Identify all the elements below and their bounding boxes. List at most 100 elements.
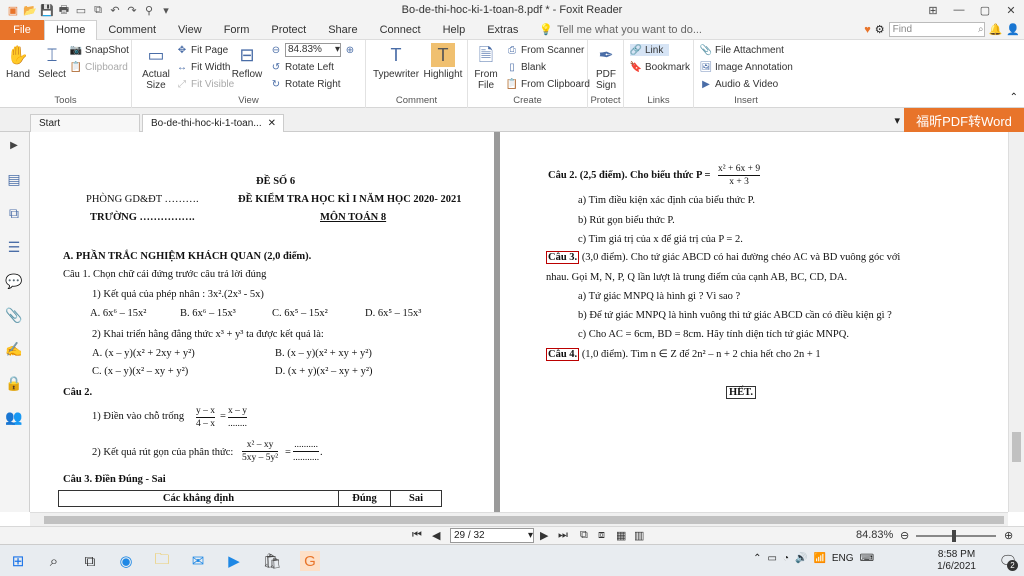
minimize-button[interactable]: — [946,0,972,20]
user-icon[interactable]: 👤 [1006,23,1020,36]
from-scanner-button[interactable]: ⎙ From Scanner [506,44,584,56]
tab-protect[interactable]: Protect [260,20,317,40]
redo-icon[interactable]: ↷ [125,3,139,17]
account-icon[interactable]: ⚙ [875,23,885,36]
zoom-select[interactable]: 84.83% ▾ [285,43,341,57]
volume-icon[interactable]: 🔊 [795,553,807,564]
customize-icon[interactable]: ▾ [159,3,173,17]
lock-icon[interactable]: 🔒 [5,374,23,392]
snapshot-button[interactable]: 📷 SnapShot [70,44,129,56]
horizontal-scrollbar[interactable] [30,512,1008,526]
select-button[interactable]: ⌶ Select [36,43,68,81]
first-page-icon[interactable]: ⏮ [412,529,422,542]
copy-icon[interactable]: ⧉ [91,3,105,17]
promo-banner[interactable]: 福昕PDF转Word [904,108,1024,132]
stack-icon[interactable]: ☰ [5,238,23,256]
expand-arrow-icon[interactable]: ▶ [5,136,23,154]
close-button[interactable]: ✕ [998,0,1024,20]
rotate-left-button[interactable]: ↺ Rotate Left [270,61,334,73]
typewriter-button[interactable]: T Typewriter [372,43,420,81]
file-explorer-icon[interactable]: 🗀 [152,551,172,571]
next-page-icon[interactable]: ▶ [540,529,548,542]
search-icon[interactable]: ⌕ [978,24,984,35]
blank-button[interactable]: ▯ Blank [506,61,546,73]
new-icon[interactable]: ▭ [74,3,88,17]
zoom-slider-thumb[interactable] [952,530,956,542]
rotate-right-button[interactable]: ↻ Rotate Right [270,78,341,90]
open-icon[interactable]: 📂 [23,3,37,17]
heart-icon[interactable]: ♥ [864,24,871,36]
comments-icon[interactable]: 💬 [5,272,23,290]
pages-icon[interactable]: ▤ [5,170,23,188]
bell-icon[interactable]: 🔔 [989,23,1003,36]
zoom-control[interactable]: ⊖ 84.83% ▾ ⊕ [270,43,356,57]
zoom-out-icon[interactable]: ⊖ [900,529,909,542]
audio-video-button[interactable]: ▶ Audio & Video [700,78,778,90]
clock[interactable]: 8:58 PM 1/6/2021 [937,549,976,573]
tab-connect[interactable]: Connect [369,20,432,40]
task-view-icon[interactable]: ⧉ [80,551,100,571]
attachments-icon[interactable]: 📎 [5,306,23,324]
horizontal-scroll-thumb[interactable] [44,516,1004,524]
from-file-button[interactable]: 🗎 From File [472,43,500,92]
zoom-in-icon[interactable]: ⊕ [344,44,356,56]
find-input[interactable]: Find ⌕ [888,22,985,37]
people-icon[interactable]: 👥 [5,408,23,426]
tab-home[interactable]: Home [44,19,98,40]
print-icon[interactable]: 🖶 [57,3,71,17]
tab-extras[interactable]: Extras [476,20,529,40]
close-icon[interactable]: ✕ [268,118,276,129]
fit-page-button[interactable]: ✥ Fit Page [176,44,228,56]
tell-me[interactable]: 💡 Tell me what you want to do... [539,23,702,37]
image-annotation-button[interactable]: 🖼 Image Annotation [700,61,793,73]
fit-visible-button[interactable]: ⤢ Fit Visible [176,78,234,90]
tab-form[interactable]: Form [213,20,261,40]
hand-button[interactable]: ✋ Hand [4,43,32,81]
store-icon[interactable]: 🛍 [262,551,282,571]
collapse-ribbon-icon[interactable]: ⌃ [1010,92,1018,103]
search-icon[interactable]: ⌕ [44,551,64,571]
highlight-button[interactable]: T Highlight [422,43,464,80]
zoom-in-icon[interactable]: ⊕ [1004,529,1013,542]
wifi-icon[interactable]: 📶 [813,553,825,564]
chevron-up-icon[interactable]: ⌃ [753,553,761,564]
previous-page-icon[interactable]: ◀ [432,529,440,542]
battery-icon[interactable]: ▭ [767,553,776,564]
tab-document[interactable]: Bo-de-thi-hoc-ki-1-toan... ✕ [142,114,284,132]
file-menu[interactable]: File [0,19,44,40]
tab-start[interactable]: Start [30,114,140,132]
spread-view-icon[interactable]: ▥ [634,529,644,542]
actual-size-button[interactable]: ▭ Actual Size [140,43,172,92]
reflow-button[interactable]: ⊟ Reflow [230,43,264,81]
windows-start-icon[interactable]: ⊞ [8,551,28,571]
mail-icon[interactable]: ✉ [188,551,208,571]
pdf-sign-button[interactable]: ✒ PDF Sign [592,43,620,92]
tab-share[interactable]: Share [317,20,368,40]
save-icon[interactable]: 💾 [40,3,54,17]
undo-icon[interactable]: ↶ [108,3,122,17]
network-icon[interactable]: ◔ [783,553,789,564]
tab-comment[interactable]: Comment [97,20,167,40]
link-button[interactable]: 🔗 Link [630,44,670,56]
page-number-input[interactable]: 29 / 32 ▾ [450,528,534,543]
bookmark-button[interactable]: 🔖 Bookmark [630,61,690,73]
tab-view[interactable]: View [167,20,213,40]
vertical-scrollbar[interactable] [1008,132,1024,512]
layout-icon[interactable]: ⊞ [920,0,946,20]
view-mode-icon[interactable]: ⧉ [580,529,588,542]
layers-icon[interactable]: ⧉ [5,204,23,222]
edge-icon[interactable]: ◉ [116,551,136,571]
zoom-level[interactable]: 84.83% [856,529,893,541]
media-player-icon[interactable]: ▶ [224,551,244,571]
zoom-out-icon[interactable]: ⊖ [270,44,282,56]
last-page-icon[interactable]: ⏭ [558,529,568,542]
from-clipboard-button[interactable]: 📋 From Clipboard [506,78,590,90]
maximize-button[interactable]: ▢ [972,0,998,20]
file-attachment-button[interactable]: 📎 File Attachment [700,44,784,56]
signature-icon[interactable]: ✍ [5,340,23,358]
vertical-scroll-thumb[interactable] [1012,432,1021,462]
notification-icon[interactable]: 🗨2 [998,551,1018,571]
facing-view-icon[interactable]: ▦ [616,529,626,542]
clipboard-button[interactable]: 📋 Clipboard [70,61,128,73]
foxit-reader-icon[interactable]: G [300,551,320,571]
